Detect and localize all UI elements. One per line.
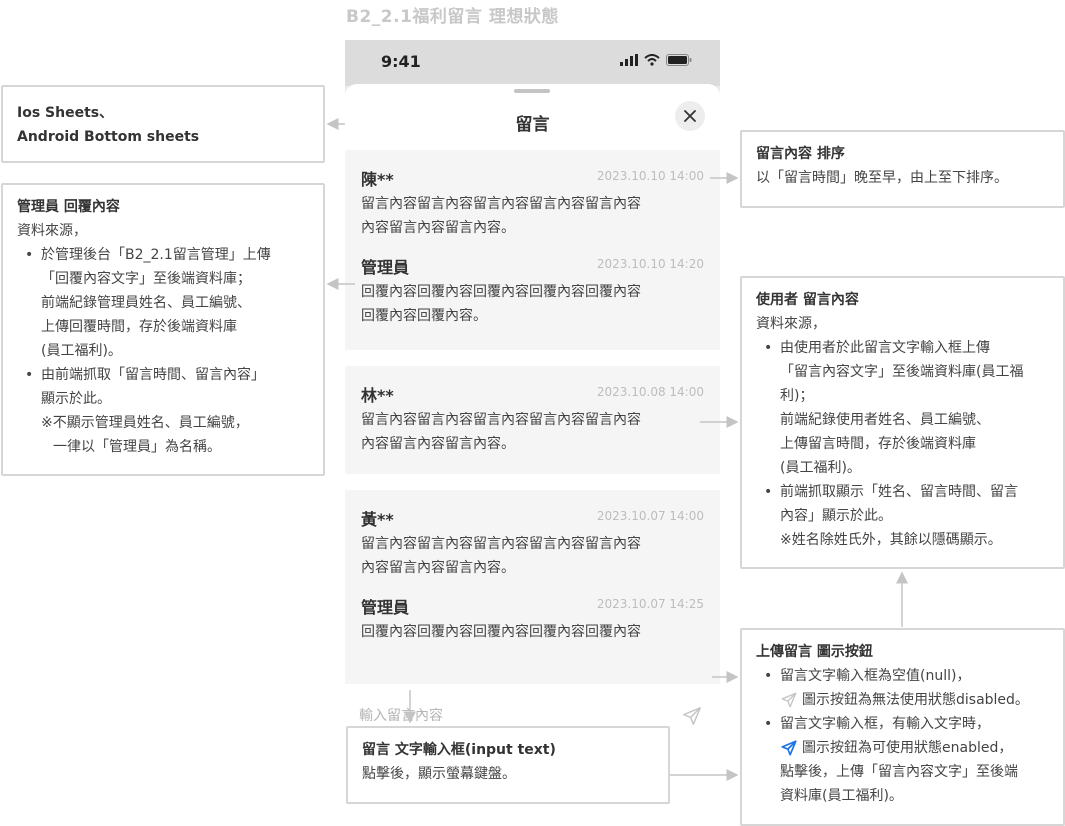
annotation-connectors [326, 118, 908, 781]
